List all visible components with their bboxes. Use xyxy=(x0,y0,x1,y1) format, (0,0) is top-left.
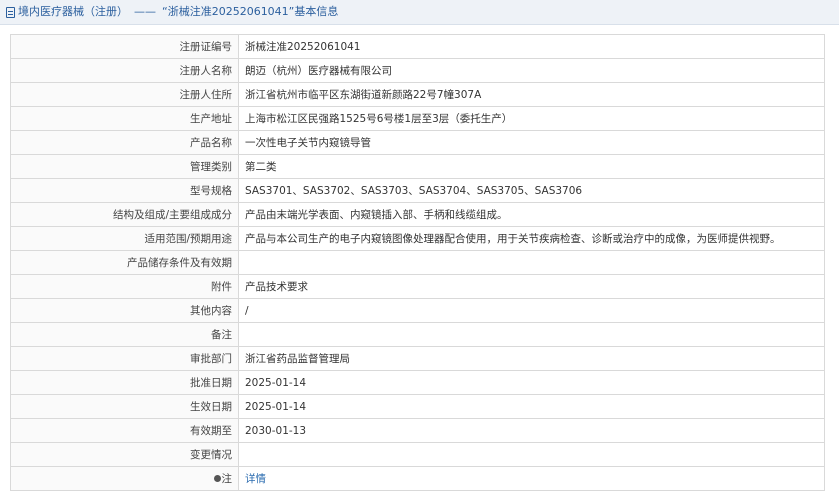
row-value: 2025-01-14 xyxy=(238,370,825,395)
row-value: 产品技术要求 xyxy=(238,274,825,299)
row-value: 2030-01-13 xyxy=(238,418,825,443)
table-row: 附件 产品技术要求 xyxy=(10,274,825,299)
header-section: 境内医疗器械（注册） xyxy=(18,5,128,18)
table-row: 产品名称 一次性电子关节内窥镜导管 xyxy=(10,130,825,155)
row-value: 一次性电子关节内窥镜导管 xyxy=(238,130,825,155)
row-label: 生效日期 xyxy=(10,394,239,419)
row-label: 产品名称 xyxy=(10,130,239,155)
row-label: 其他内容 xyxy=(10,298,239,323)
note-label: 注 xyxy=(221,473,233,485)
row-label: 批准日期 xyxy=(10,370,239,395)
table-row: 生效日期 2025-01-14 xyxy=(10,394,825,419)
row-label: 备注 xyxy=(10,322,239,347)
row-label: 型号规格 xyxy=(10,178,239,203)
table-row: 结构及组成/主要组成成分 产品由末端光学表面、内窥镜插入部、手柄和线缆组成。 xyxy=(10,202,825,227)
table-row: 审批部门 浙江省药品监督管理局 xyxy=(10,346,825,371)
row-value: 2025-01-14 xyxy=(238,394,825,419)
table-row: 注册证编号 浙械注准20252061041 xyxy=(10,34,825,59)
row-label: 注册人住所 xyxy=(10,82,239,107)
table-row: 备注 xyxy=(10,322,825,347)
row-value: 第二类 xyxy=(238,154,825,179)
detail-table: 注册证编号 浙械注准20252061041 注册人名称 朗迈（杭州）医疗器械有限公司… xyxy=(10,34,825,491)
row-label: 产品储存条件及有效期 xyxy=(10,250,239,275)
row-label: 审批部门 xyxy=(10,346,239,371)
document-icon xyxy=(6,6,15,18)
row-value xyxy=(238,250,825,275)
row-label: 变更情况 xyxy=(10,442,239,467)
page-header: 境内医疗器械（注册） —— “浙械注准20252061041”基本信息 xyxy=(0,0,839,25)
table-row: 产品储存条件及有效期 xyxy=(10,250,825,275)
row-value xyxy=(238,442,825,467)
row-value: 产品与本公司生产的电子内窥镜图像处理器配合使用，用于关节疾病检查、诊断或治疗中的… xyxy=(238,226,825,251)
table-row: 变更情况 xyxy=(10,442,825,467)
row-value: 浙江省药品监督管理局 xyxy=(238,346,825,371)
row-label: 注册证编号 xyxy=(10,34,239,59)
row-label: 附件 xyxy=(10,274,239,299)
row-value xyxy=(238,322,825,347)
row-label: 有效期至 xyxy=(10,418,239,443)
table-row: 注册人名称 朗迈（杭州）医疗器械有限公司 xyxy=(10,58,825,83)
table-row: 其他内容 / xyxy=(10,298,825,323)
row-label: 生产地址 xyxy=(10,106,239,131)
table-row: 适用范围/预期用途 产品与本公司生产的电子内窥镜图像处理器配合使用，用于关节疾病检… xyxy=(10,226,825,251)
row-value: 上海市松江区民强路1525号6号楼1层至3层（委托生产） xyxy=(238,106,825,131)
table-row: 有效期至 2030-01-13 xyxy=(10,418,825,443)
header-title: “浙械注准20252061041”基本信息 xyxy=(162,5,339,18)
table-row: 生产地址 上海市松江区民强路1525号6号楼1层至3层（委托生产） xyxy=(10,106,825,131)
row-label: 结构及组成/主要组成成分 xyxy=(10,202,239,227)
table-row: 型号规格 SAS3701、SAS3702、SAS3703、SAS3704、SAS3… xyxy=(10,178,825,203)
table-row: 批准日期 2025-01-14 xyxy=(10,370,825,395)
info-dot-icon xyxy=(213,474,221,482)
header-separator: —— xyxy=(134,5,156,18)
details-link[interactable]: 详情 xyxy=(245,473,266,485)
row-value: 产品由末端光学表面、内窥镜插入部、手柄和线缆组成。 xyxy=(238,202,825,227)
row-value: 朗迈（杭州）医疗器械有限公司 xyxy=(238,58,825,83)
note-row: 注 详情 xyxy=(10,466,825,491)
note-label-cell: 注 xyxy=(10,466,239,491)
row-label: 注册人名称 xyxy=(10,58,239,83)
row-label: 管理类别 xyxy=(10,154,239,179)
row-value: / xyxy=(238,298,825,323)
table-row: 注册人住所 浙江省杭州市临平区东湖街道新颜路22号7幢307A xyxy=(10,82,825,107)
row-value: 浙江省杭州市临平区东湖街道新颜路22号7幢307A xyxy=(238,82,825,107)
row-value: SAS3701、SAS3702、SAS3703、SAS3704、SAS3705、… xyxy=(238,178,825,203)
row-value: 浙械注准20252061041 xyxy=(238,34,825,59)
table-row: 管理类别 第二类 xyxy=(10,154,825,179)
note-value-cell: 详情 xyxy=(238,466,825,491)
row-label: 适用范围/预期用途 xyxy=(10,226,239,251)
